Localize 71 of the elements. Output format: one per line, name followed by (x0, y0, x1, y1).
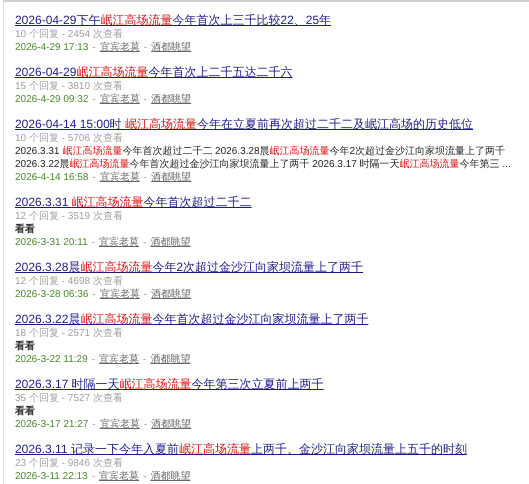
highlighted-keyword: 岷江高场流量 (72, 195, 144, 209)
title-text: 2026.3.22晨 (15, 312, 80, 326)
separator: - (92, 353, 95, 366)
separator: - (144, 418, 148, 431)
title-text: 2026.3.31 (15, 195, 70, 209)
reply-view-count: 10 个回复 - 5706 次查看 (15, 132, 124, 145)
separator: - (92, 418, 96, 431)
post-date: 2026-3-11 22:13 (15, 470, 88, 483)
separator: - (144, 41, 148, 54)
separator: - (143, 236, 146, 249)
reply-view-count: 15 个回复 - 3810 次查看 (15, 80, 124, 93)
title-text: 2026.3.17 时隔一天 (15, 377, 120, 391)
separator: - (143, 353, 146, 366)
post-date: 2026-4-29 17:13 (15, 41, 88, 54)
byline-link[interactable]: 宜宾老莫 (100, 171, 140, 184)
result-title-link[interactable]: 2026-04-29岷江高场流量今年首次上二千五达二千六 (15, 64, 292, 80)
byline-link[interactable]: 宜宾老莫 (100, 93, 140, 106)
post-date: 2026-3-31 20:11 (15, 236, 88, 249)
highlighted-keyword: 岷江高场流量 (100, 13, 172, 27)
title-text: 2026.3.28晨 (15, 260, 80, 274)
title-text: 今年第三次立夏前上两千 (192, 377, 324, 391)
reply-view-count: 10 个回复 - 2454 次查看 (15, 28, 124, 41)
highlighted-keyword: 岷江高场流量 (178, 442, 251, 456)
separator: - (92, 93, 96, 106)
byline-link[interactable]: 宜宾老莫 (100, 418, 140, 431)
byline-link[interactable]: 酒都眺望 (151, 288, 192, 301)
title-text: 2026-04-14 15:00时 (15, 117, 123, 131)
byline-link[interactable]: 宜宾老莫 (99, 236, 139, 249)
highlighted-keyword: 岷江高场流量 (80, 312, 152, 326)
highlighted-keyword: 岷江高场流量 (120, 377, 192, 391)
byline-link[interactable]: 宜宾老莫 (100, 41, 140, 54)
post-date: 2026-4-14 16:58 (15, 171, 88, 184)
separator: - (143, 470, 146, 483)
byline-link[interactable]: 酒都眺望 (150, 236, 190, 249)
snippet-text: 看看 (15, 340, 35, 353)
separator: - (92, 236, 95, 249)
byline-link[interactable]: 宜宾老莫 (99, 470, 139, 483)
byline-link[interactable]: 酒都眺望 (151, 93, 192, 106)
byline-link[interactable]: 酒都眺望 (151, 171, 192, 184)
separator: - (144, 288, 148, 301)
post-date: 2026-3-28 06:36 (15, 288, 88, 301)
separator: - (92, 41, 96, 54)
separator: - (92, 288, 96, 301)
highlighted-keyword: 岷江高场流量 (125, 117, 198, 131)
snippet-text: 看看 (15, 223, 35, 236)
reply-view-count: 35 个回复 - 7527 次查看 (15, 392, 124, 405)
reply-view-count: 12 个回复 - 4698 次查看 (15, 275, 124, 288)
highlighted-keyword: 岷江高场流量 (80, 260, 152, 274)
title-text: 2026-04-29下午 (15, 13, 100, 27)
reply-view-count: 23 个回复 - 9846 次查看 (15, 457, 124, 470)
separator: - (144, 93, 148, 106)
snippet-text: 2026.3.31 岷江高场流量今年首次超过二千二 2026.3.28晨岷江高场流量今年2次超过金沙江向家坝流量上了两千 2026.3.22晨岷江高场流量今年首次超过金沙江向家坝流量上了两千 2026.3.17 时隔一天岷江高场流量今年第三 ... (15, 145, 512, 171)
post-date: 2026-3-17 21:27 (15, 418, 88, 431)
reply-view-count: 18 个回复 - 2571 次查看 (15, 327, 124, 340)
byline-link[interactable]: 酒都眺望 (151, 418, 192, 431)
byline-link[interactable]: 宜宾老莫 (100, 288, 140, 301)
reply-view-count: 12 个回复 - 3519 次查看 (15, 210, 124, 223)
post-date: 2026-4-29 09:32 (15, 93, 88, 106)
title-text: 今年首次上二千五达二千六 (148, 65, 292, 79)
separator: - (92, 171, 96, 184)
post-date: 2026-3-22 11:29 (15, 353, 88, 366)
separator: - (144, 171, 148, 184)
snippet-text: 看看 (15, 405, 35, 418)
byline-link[interactable]: 宜宾老莫 (99, 353, 139, 366)
separator: - (92, 470, 95, 483)
result-title-link[interactable]: 2026.3.17 时隔一天岷江高场流量今年第三次立夏前上两千 (15, 376, 324, 392)
byline-link[interactable]: 酒都眺望 (150, 470, 190, 483)
highlighted-keyword: 岷江高场流量 (76, 65, 148, 79)
byline-link[interactable]: 酒都眺望 (150, 353, 190, 366)
title-text: 2026-04-29 (15, 65, 76, 79)
byline-link[interactable]: 酒都眺望 (151, 41, 192, 54)
